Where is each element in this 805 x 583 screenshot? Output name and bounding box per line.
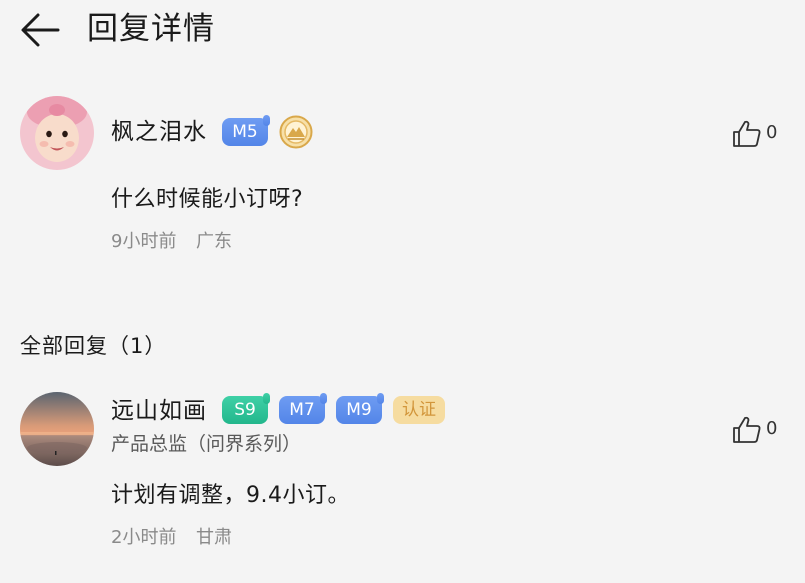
header: 回复详情 <box>0 0 805 60</box>
thumbs-up-icon <box>733 416 761 443</box>
reply-avatar[interactable] <box>20 392 94 466</box>
badge-m7: M7 <box>279 393 327 424</box>
back-button[interactable] <box>18 8 64 52</box>
reply-location: 甘肃 <box>196 527 232 548</box>
all-replies-title: 全部回复（1） <box>20 334 167 358</box>
thumbs-up-icon <box>733 120 761 147</box>
username[interactable]: 枫之泪水 <box>111 116 207 148</box>
reply-text[interactable]: 计划有调整，9.4小订。 <box>111 480 350 512</box>
badge-s9: S9 <box>222 393 270 424</box>
verified-badge: 认证 <box>393 396 445 424</box>
arrow-left-icon <box>21 13 60 47</box>
comment-text[interactable]: 什么时候能小订呀? <box>111 184 303 216</box>
baby-avatar <box>20 96 94 170</box>
reply-like-button[interactable]: 0 <box>732 414 782 446</box>
sunset-beach-avatar <box>20 392 94 466</box>
reply-time: 2小时前 <box>111 527 177 548</box>
avatar[interactable] <box>20 96 94 170</box>
level-badge-m5: M5 <box>222 115 270 146</box>
gold-mountain-medal-icon <box>279 115 313 149</box>
reply-username[interactable]: 远山如画 <box>111 395 207 427</box>
reply-user-title: 产品总监（问界系列） <box>111 433 302 455</box>
reply-like-count: 0 <box>766 418 778 439</box>
comment-time: 9小时前 <box>111 231 177 252</box>
comment-location: 广东 <box>196 231 232 252</box>
like-button[interactable]: 0 <box>732 118 782 150</box>
page-title: 回复详情 <box>87 11 215 47</box>
like-count: 0 <box>766 122 778 143</box>
badge-m9: M9 <box>336 393 384 424</box>
reply-detail-page: 回复详情 枫之泪水 M5 0 什么时候能小订呀? 9小时前 广东 全部回复（1）… <box>0 0 805 583</box>
